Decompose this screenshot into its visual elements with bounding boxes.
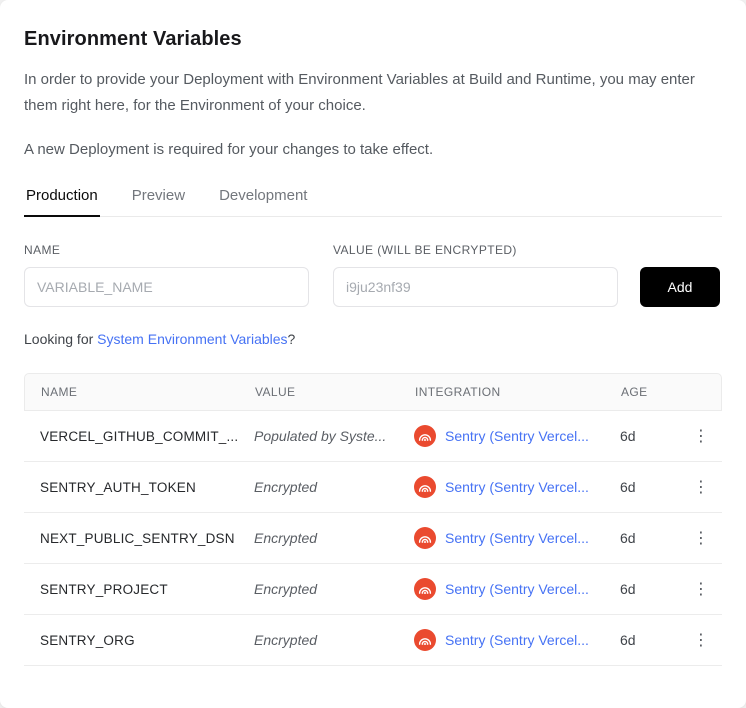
variable-name-input[interactable] xyxy=(24,267,309,307)
variable-value-cell: Encrypted xyxy=(254,632,414,648)
system-env-suffix: ? xyxy=(288,331,296,347)
page-title: Environment Variables xyxy=(24,28,722,51)
age-cell: 6d xyxy=(620,530,680,546)
column-header-integration: INTEGRATION xyxy=(415,385,621,399)
name-field-label: NAME xyxy=(24,243,309,257)
integration-cell: Sentry (Sentry Vercel... xyxy=(414,578,620,600)
row-menu-button[interactable]: ⋮ xyxy=(689,526,713,550)
variable-name-cell: SENTRY_PROJECT xyxy=(40,582,254,597)
environment-tabs: Production Preview Development xyxy=(24,183,722,217)
variable-value-cell: Populated by Syste... xyxy=(254,428,414,444)
row-menu-button[interactable]: ⋮ xyxy=(689,628,713,652)
age-cell: 6d xyxy=(620,428,680,444)
integration-link[interactable]: Sentry (Sentry Vercel... xyxy=(445,479,589,495)
add-button[interactable]: Add xyxy=(640,267,720,307)
tab-preview[interactable]: Preview xyxy=(130,183,187,216)
integration-cell: Sentry (Sentry Vercel... xyxy=(414,425,620,447)
sentry-icon xyxy=(414,578,436,600)
column-header-value: VALUE xyxy=(255,385,415,399)
sentry-icon xyxy=(414,527,436,549)
column-header-age: AGE xyxy=(621,385,681,399)
system-env-line: Looking for System Environment Variables… xyxy=(24,331,722,347)
sentry-icon xyxy=(414,629,436,651)
integration-cell: Sentry (Sentry Vercel... xyxy=(414,527,620,549)
tab-development[interactable]: Development xyxy=(217,183,309,216)
deployment-note-text: A new Deployment is required for your ch… xyxy=(24,139,722,161)
add-variable-form: NAME VALUE (WILL BE ENCRYPTED) Add xyxy=(24,243,722,307)
system-env-prefix: Looking for xyxy=(24,331,97,347)
value-field-group: VALUE (WILL BE ENCRYPTED) xyxy=(333,243,618,307)
table-body: VERCEL_GITHUB_COMMIT_... Populated by Sy… xyxy=(24,411,722,666)
environment-variables-panel: Environment Variables In order to provid… xyxy=(0,0,746,708)
sentry-icon xyxy=(414,425,436,447)
integration-link[interactable]: Sentry (Sentry Vercel... xyxy=(445,530,589,546)
age-cell: 6d xyxy=(620,479,680,495)
variable-name-cell: NEXT_PUBLIC_SENTRY_DSN xyxy=(40,531,254,546)
column-header-name: NAME xyxy=(41,385,255,399)
row-menu-button[interactable]: ⋮ xyxy=(689,475,713,499)
sentry-icon xyxy=(414,476,436,498)
variable-value-cell: Encrypted xyxy=(254,581,414,597)
integration-link[interactable]: Sentry (Sentry Vercel... xyxy=(445,428,589,444)
variable-value-cell: Encrypted xyxy=(254,479,414,495)
variable-name-cell: SENTRY_ORG xyxy=(40,633,254,648)
age-cell: 6d xyxy=(620,632,680,648)
name-field-group: NAME xyxy=(24,243,309,307)
variable-value-input[interactable] xyxy=(333,267,618,307)
table-row: NEXT_PUBLIC_SENTRY_DSN Encrypted Sentry … xyxy=(24,513,722,564)
table-row: SENTRY_ORG Encrypted Sentry (Sentry Verc… xyxy=(24,615,722,666)
description-text: In order to provide your Deployment with… xyxy=(24,67,704,119)
env-variables-table: NAME VALUE INTEGRATION AGE VERCEL_GITHUB… xyxy=(24,373,722,666)
variable-name-cell: VERCEL_GITHUB_COMMIT_... xyxy=(40,429,254,444)
age-cell: 6d xyxy=(620,581,680,597)
variable-name-cell: SENTRY_AUTH_TOKEN xyxy=(40,480,254,495)
table-row: SENTRY_PROJECT Encrypted Sentry (Sentry … xyxy=(24,564,722,615)
value-field-label: VALUE (WILL BE ENCRYPTED) xyxy=(333,243,618,257)
table-header-row: NAME VALUE INTEGRATION AGE xyxy=(24,373,722,411)
integration-link[interactable]: Sentry (Sentry Vercel... xyxy=(445,632,589,648)
table-row: SENTRY_AUTH_TOKEN Encrypted Sentry (Sent… xyxy=(24,462,722,513)
variable-value-cell: Encrypted xyxy=(254,530,414,546)
integration-cell: Sentry (Sentry Vercel... xyxy=(414,476,620,498)
table-row: VERCEL_GITHUB_COMMIT_... Populated by Sy… xyxy=(24,411,722,462)
integration-cell: Sentry (Sentry Vercel... xyxy=(414,629,620,651)
tab-production[interactable]: Production xyxy=(24,183,100,216)
row-menu-button[interactable]: ⋮ xyxy=(689,577,713,601)
row-menu-button[interactable]: ⋮ xyxy=(689,424,713,448)
integration-link[interactable]: Sentry (Sentry Vercel... xyxy=(445,581,589,597)
system-env-variables-link[interactable]: System Environment Variables xyxy=(97,331,287,347)
